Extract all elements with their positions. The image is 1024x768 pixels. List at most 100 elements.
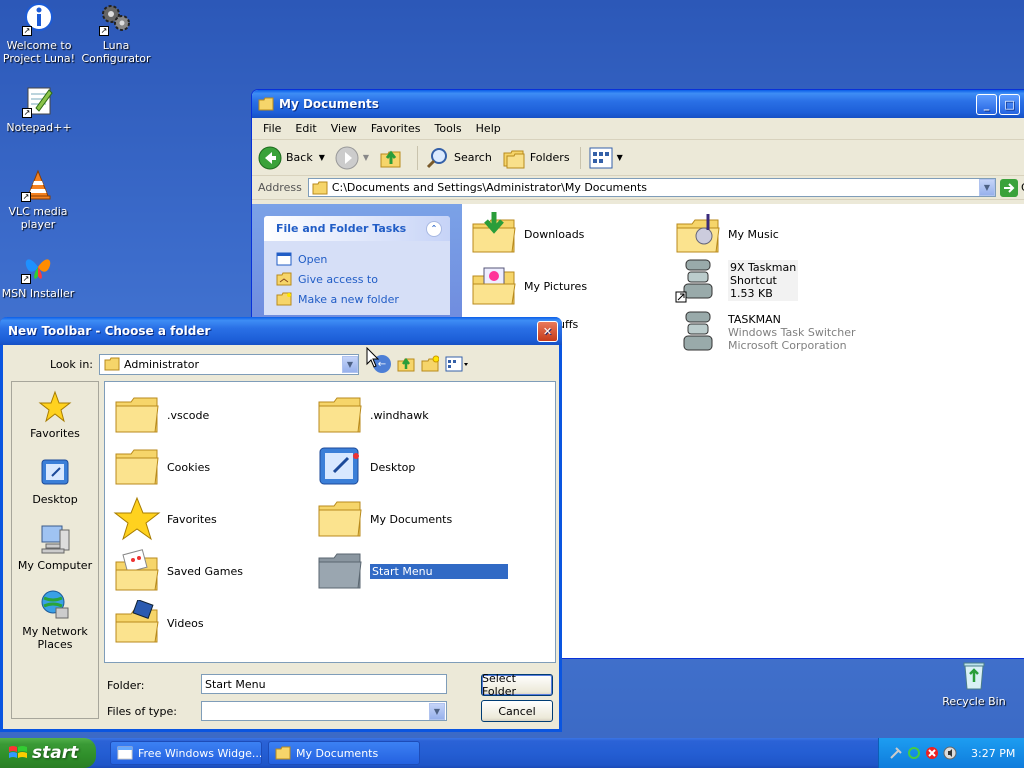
address-dropdown-button[interactable]: ▼ (979, 179, 995, 196)
menu-view[interactable]: View (324, 122, 364, 135)
panel-header[interactable]: File and Folder Tasks ⌃ (264, 216, 450, 241)
place-my-computer[interactable]: My Computer (12, 522, 98, 572)
folder-item[interactable]: Cookies (113, 444, 210, 490)
folder-input[interactable]: Start Menu (201, 674, 447, 694)
file-item[interactable]: My Music (674, 210, 779, 258)
go-button[interactable]: G (1000, 178, 1024, 197)
look-in-select[interactable]: Administrator ▼ (99, 353, 359, 375)
start-button[interactable]: start (0, 738, 96, 768)
back-button[interactable]: Back ▼ (258, 146, 325, 170)
files-of-type-select[interactable]: ▼ (201, 701, 447, 721)
folder-item[interactable]: Videos (113, 600, 204, 646)
folder-icon (115, 397, 159, 433)
search-label: Search (454, 151, 492, 164)
cancel-button[interactable]: Cancel (481, 700, 553, 722)
folders-button[interactable]: Folders (502, 146, 570, 170)
file-item[interactable]: 9X Taskman Shortcut 1.53 KB (674, 256, 799, 304)
task-open[interactable]: Open (276, 249, 438, 269)
look-in-value: Administrator (124, 357, 199, 371)
chevron-down-icon[interactable]: ▼ (363, 153, 369, 162)
place-desktop[interactable]: Desktop (12, 456, 98, 506)
taskbar-item-my-documents[interactable]: My Documents (268, 741, 420, 765)
menu-help[interactable]: Help (469, 122, 508, 135)
views-icon[interactable] (445, 356, 469, 372)
forward-button[interactable]: ▼ (335, 146, 369, 170)
task-give-access[interactable]: Give access to (276, 269, 438, 289)
files-of-type-dropdown-button[interactable]: ▼ (429, 702, 445, 720)
folder-item[interactable]: Favorites (113, 496, 217, 542)
menu-tools[interactable]: Tools (428, 122, 469, 135)
explorer-titlebar[interactable]: My Documents _ □ (252, 90, 1024, 118)
collapse-chevron-icon[interactable]: ⌃ (426, 220, 442, 237)
maximize-button[interactable]: □ (999, 93, 1020, 115)
tray-security-alert-icon[interactable] (925, 746, 939, 760)
folder-item[interactable]: .windhawk (316, 392, 429, 438)
views-button[interactable]: ▼ (579, 146, 623, 169)
folder-up-icon[interactable] (397, 355, 415, 373)
up-button[interactable] (379, 146, 407, 170)
file-name: Downloads (524, 227, 585, 241)
search-icon (426, 147, 448, 168)
taskbar-item-label: My Documents (296, 746, 379, 760)
file-item[interactable]: Downloads (470, 210, 584, 258)
folder-name: Start Menu (370, 563, 508, 579)
views-icon (589, 147, 613, 168)
task-label: Make a new folder (298, 292, 399, 306)
saved-games-folder-icon (115, 549, 159, 591)
desktop-icon-luna-configurator[interactable]: ↗ Luna Configurator (76, 2, 156, 65)
desktop-icon-vlc[interactable]: ↗ VLC media player (0, 168, 78, 231)
desktop-icon-welcome[interactable]: ↗ Welcome to Project Luna! (0, 2, 79, 65)
look-in-dropdown-button[interactable]: ▼ (342, 355, 358, 373)
new-folder-icon[interactable] (421, 355, 439, 373)
taskbar-item-widgets[interactable]: Free Windows Widge... (110, 741, 262, 765)
folder-item[interactable]: My Documents (316, 496, 452, 542)
address-bar: Address C:\Documents and Settings\Admini… (252, 176, 1024, 200)
chevron-down-icon[interactable]: ▼ (319, 153, 325, 162)
tray-volume-icon[interactable] (943, 746, 957, 760)
folder-item[interactable]: Saved Games (113, 548, 243, 594)
menu-edit[interactable]: Edit (288, 122, 323, 135)
menu-favorites[interactable]: Favorites (364, 122, 428, 135)
files-of-type-label: Files of type: (107, 705, 178, 718)
folder-item-selected[interactable]: Start Menu (316, 548, 508, 594)
dialog-titlebar[interactable]: New Toolbar - Choose a folder ✕ (0, 317, 562, 345)
file-name: My Music (728, 227, 779, 241)
file-item[interactable]: TASKMAN Windows Task Switcher Microsoft … (674, 308, 856, 356)
desktop-icon-recycle-bin[interactable]: Recycle Bin (934, 658, 1014, 708)
file-item[interactable]: My Pictures (470, 262, 587, 310)
desktop-icon-msn[interactable]: ↗ MSN Installer (0, 250, 78, 300)
clock[interactable]: 3:27 PM (971, 747, 1015, 760)
search-button[interactable]: Search (417, 145, 492, 170)
close-button[interactable]: ✕ (537, 320, 558, 342)
task-new-folder[interactable]: Make a new folder (276, 289, 438, 309)
folder-name: .vscode (167, 408, 210, 422)
choose-folder-dialog[interactable]: New Toolbar - Choose a folder ✕ Look in:… (0, 317, 562, 732)
folder-icon (318, 553, 362, 589)
browser-window-icon (117, 746, 133, 760)
file-folder-tasks-panel: File and Folder Tasks ⌃ Open Give access… (264, 216, 450, 315)
desktop-icon-notepadpp[interactable]: ↗ Notepad++ (0, 84, 79, 134)
folder-icon (275, 746, 291, 760)
mouse-cursor-icon (366, 347, 380, 368)
downloads-folder-icon (472, 212, 516, 253)
tray-refresh-icon[interactable] (907, 746, 921, 760)
place-my-network-places[interactable]: My Network Places (12, 588, 98, 651)
desktop-icon-label: Luna (102, 39, 130, 52)
tray-tools-icon[interactable] (889, 746, 903, 760)
folder-icon (312, 181, 328, 194)
select-folder-button[interactable]: Select Folder (481, 672, 553, 698)
info-icon: ↗ (22, 2, 56, 36)
folders-label: Folders (529, 151, 570, 164)
folder-item[interactable]: .vscode (113, 392, 209, 438)
menu-file[interactable]: File (256, 122, 288, 135)
address-input[interactable]: C:\Documents and Settings\Administrator\… (307, 178, 996, 197)
folder-list: .vscode .windhawk Cookies Desktop Favori… (104, 381, 556, 663)
folder-item[interactable]: Desktop (316, 444, 415, 490)
file-size: 1.53 KB (730, 286, 773, 300)
shared-folder-icon (276, 272, 292, 286)
file-type: Shortcut (730, 273, 777, 287)
place-favorites[interactable]: Favorites (12, 390, 98, 440)
go-arrow-icon (1000, 178, 1018, 197)
minimize-button[interactable]: _ (976, 93, 997, 115)
menu-bar: File Edit View Favorites Tools Help (252, 118, 1024, 140)
